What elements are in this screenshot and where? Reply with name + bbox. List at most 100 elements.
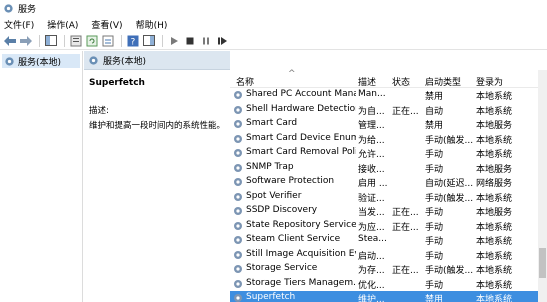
- service-name-cell: SSDP Discovery: [246, 205, 318, 215]
- console-tree-icon[interactable]: [44, 34, 58, 48]
- service-startup-type-cell: 手动(触发...: [425, 266, 474, 276]
- table-row[interactable]: Smart Card Removal Poli... 允许... 手动 本地系统: [230, 146, 540, 161]
- service-name-cell: Shared PC Account Mana...: [246, 89, 356, 99]
- service-description-cell: Stea...: [358, 234, 387, 244]
- table-row[interactable]: Superfetch 维护... 禁用 本地系统: [230, 291, 540, 302]
- service-gear-icon: [234, 163, 242, 172]
- selected-service-name: Superfetch: [89, 78, 145, 88]
- service-logon-cell: 本地系统: [476, 266, 513, 276]
- service-status-cell: 正在...: [392, 208, 419, 218]
- service-logon-cell: 本地系统: [476, 280, 513, 291]
- description-label: 描述:: [89, 106, 109, 116]
- service-description-cell: 为应...: [358, 222, 385, 233]
- menu-view[interactable]: 查看(V): [91, 18, 122, 31]
- service-startup-type-cell: 手动: [425, 150, 444, 160]
- table-row[interactable]: Steam Client Service Stea... 手动 本地系统: [230, 233, 540, 248]
- window-title: 服务: [18, 4, 37, 15]
- vertical-scrollbar[interactable]: [538, 70, 547, 302]
- properties-icon[interactable]: [69, 34, 83, 48]
- service-startup-type-cell: 手动(触发...: [425, 135, 474, 146]
- service-description-cell: 为存...: [358, 266, 385, 276]
- service-gear-icon: [234, 105, 242, 114]
- menu-bar: 文件(F) 操作(A) 查看(V) 帮助(H): [0, 16, 547, 32]
- service-logon-cell: 本地系统: [476, 92, 513, 102]
- table-row[interactable]: SSDP Discovery 当发... 正在... 手动 本地服务: [230, 204, 540, 219]
- service-gear-icon: [234, 265, 242, 273]
- service-gear-icon: [234, 91, 242, 99]
- service-gear-icon: [234, 178, 242, 186]
- table-row[interactable]: Software Protection 启用 ... 自动(延迟... 网络服务: [230, 175, 540, 190]
- service-description-cell: 管理...: [358, 121, 385, 131]
- start-service-icon[interactable]: [167, 34, 181, 48]
- service-status-cell: 正在...: [392, 222, 419, 233]
- table-row[interactable]: Still Image Acquisition Ev... 启动... 手动 本地系统: [230, 248, 540, 263]
- back-arrow-icon[interactable]: [3, 34, 17, 48]
- services-gear-icon: [89, 55, 98, 65]
- service-logon-cell: 本地服务: [476, 208, 513, 218]
- service-startup-type-cell: 手动: [425, 208, 444, 218]
- column-header-name[interactable]: 名称: [236, 75, 254, 88]
- panel-header-title: 服务(本地): [103, 56, 147, 67]
- service-description-cell: 接收...: [358, 164, 385, 175]
- forward-arrow-icon[interactable]: [19, 34, 33, 48]
- services-list: ^ 名称 描述 状态 启动类型 登录为 Shared PC Account Ma…: [230, 69, 547, 302]
- service-gear-icon: [234, 221, 242, 230]
- service-logon-cell: 本地服务: [476, 121, 513, 131]
- table-row[interactable]: SNMP Trap 接收... 手动 本地服务: [230, 161, 540, 176]
- table-row[interactable]: State Repository Service 为应... 正在... 手动 本地系统: [230, 219, 540, 234]
- column-header-log-on-as[interactable]: 登录为: [476, 75, 503, 88]
- console-tree: 服务(本地): [0, 51, 83, 302]
- menu-action[interactable]: 操作(A): [47, 18, 78, 31]
- tree-item-services-local[interactable]: 服务(本地): [2, 54, 80, 68]
- table-row[interactable]: Spot Verifier 验证... 手动(触发... 本地系统: [230, 190, 540, 205]
- table-row[interactable]: Shared PC Account Mana... Man... 禁用 本地系统: [230, 88, 540, 103]
- panel-header: 服务(本地): [84, 51, 230, 70]
- svg-text:?: ?: [131, 37, 136, 47]
- restart-service-icon[interactable]: [215, 34, 229, 48]
- service-name-cell: Steam Client Service: [246, 234, 341, 244]
- service-startup-type-cell: 手动: [425, 280, 444, 291]
- service-gear-icon: [234, 149, 242, 157]
- help-icon[interactable]: ?: [126, 34, 140, 48]
- list-header: ^ 名称 描述 状态 启动类型 登录为: [230, 69, 547, 88]
- refresh-icon[interactable]: [85, 34, 99, 48]
- pause-service-icon[interactable]: [199, 34, 213, 48]
- toolbar-separator: [64, 34, 65, 47]
- table-row[interactable]: Shell Hardware Detection 为自... 正在... 自动 本地系统: [230, 103, 540, 118]
- export-list-icon[interactable]: [101, 34, 115, 48]
- service-gear-icon: [234, 294, 242, 302]
- service-gear-icon: [234, 250, 242, 259]
- service-name-cell: Spot Verifier: [246, 190, 302, 201]
- column-header-status[interactable]: 状态: [392, 75, 410, 88]
- service-logon-cell: 本地系统: [476, 222, 513, 233]
- service-description-cell: 当发...: [358, 208, 385, 218]
- service-startup-type-cell: 禁用: [425, 92, 444, 102]
- column-header-startup-type[interactable]: 启动类型: [425, 75, 461, 88]
- service-startup-type-cell: 自动: [425, 106, 444, 117]
- service-startup-type-cell: 禁用: [425, 121, 444, 131]
- menu-file[interactable]: 文件(F): [4, 18, 34, 31]
- service-status-cell: 正在...: [392, 106, 419, 117]
- service-startup-type-cell: 手动: [425, 251, 444, 262]
- service-name-cell: Smart Card Removal Poli...: [246, 147, 356, 157]
- services-gear-icon: [5, 56, 14, 66]
- service-gear-icon: [234, 120, 242, 128]
- service-gear-icon: [234, 134, 242, 143]
- column-header-description[interactable]: 描述: [358, 75, 376, 88]
- service-name-cell: SNMP Trap: [246, 161, 294, 172]
- menu-help[interactable]: 帮助(H): [136, 18, 168, 31]
- service-logon-cell: 本地系统: [476, 135, 513, 146]
- show-hide-action-pane-icon[interactable]: [142, 34, 156, 48]
- stop-service-icon[interactable]: [183, 34, 197, 48]
- table-row[interactable]: Storage Tiers Managem... 优化... 手动 本地系统: [230, 277, 540, 292]
- table-row[interactable]: Storage Service 为存... 正在... 手动(触发... 本地系统: [230, 262, 540, 277]
- service-name-cell: Storage Tiers Managem...: [246, 277, 356, 288]
- service-logon-cell: 本地系统: [476, 150, 513, 160]
- table-row[interactable]: Smart Card Device Enum... 为给... 手动(触发... 本地…: [230, 132, 540, 147]
- scrollbar-thumb[interactable]: [539, 248, 546, 278]
- service-gear-icon: [234, 236, 242, 244]
- service-name-cell: State Repository Service: [246, 219, 356, 230]
- service-description-cell: 允许...: [358, 150, 385, 160]
- table-row[interactable]: Smart Card 管理... 禁用 本地服务: [230, 117, 540, 132]
- toolbar: ?: [0, 32, 547, 50]
